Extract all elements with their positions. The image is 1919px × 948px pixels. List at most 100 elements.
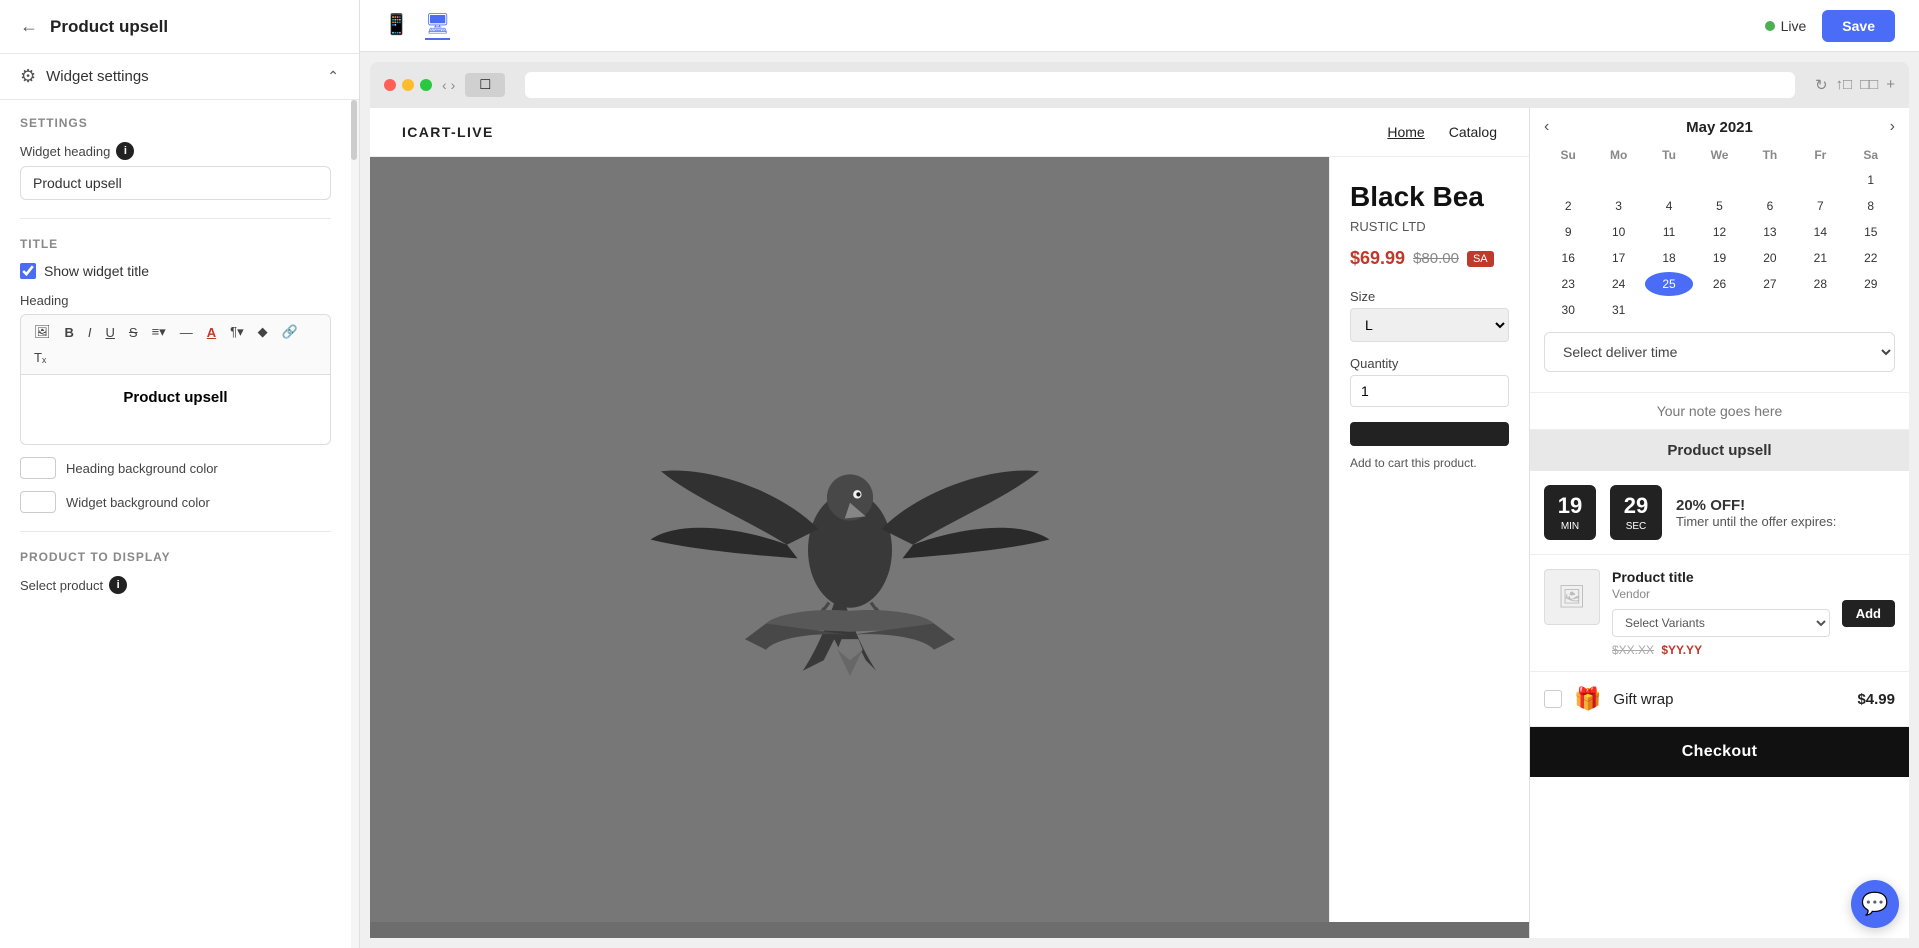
gift-wrap-checkbox[interactable] [1544,690,1562,708]
upsell-variant-row: Select Variants [1612,609,1830,637]
mobile-icon[interactable]: 📱 [384,12,409,39]
widget-bg-color-label: Widget background color [66,495,210,510]
cal-next-button[interactable]: › [1890,118,1895,136]
browser-url-bar[interactable] [525,72,1795,98]
cal-day-18[interactable]: 18 [1645,246,1693,270]
cal-day-15[interactable]: 15 [1847,220,1895,244]
copy-icon[interactable]: □□ [1860,76,1878,94]
hr-toolbar-btn[interactable]: — [175,322,198,343]
browser-nav: ‹ › [442,77,455,93]
gift-wrap-price: $4.99 [1857,691,1895,708]
back-button[interactable]: ← [20,16,38,37]
nav-home[interactable]: Home [1387,124,1424,140]
cal-day-29[interactable]: 29 [1847,272,1895,296]
cal-day-11[interactable]: 11 [1645,220,1693,244]
heading-editor-content[interactable]: Product upsell [20,375,331,445]
quantity-input[interactable] [1350,375,1509,407]
left-content: SETTINGS Widget heading i TITLE Show wid… [0,100,351,948]
widget-settings-label: Widget settings [46,68,149,85]
cal-day-14[interactable]: 14 [1796,220,1844,244]
cal-day-19[interactable]: 19 [1695,246,1743,270]
share-icon[interactable]: ↑□ [1836,76,1853,94]
chevron-up-icon[interactable]: ⌃ [327,68,339,85]
image-toolbar-btn[interactable]: 🖼 [29,321,56,343]
cal-day-25-today[interactable]: 25 [1645,272,1693,296]
cal-day-6[interactable]: 6 [1746,194,1794,218]
deliver-time-select[interactable]: Select deliver time [1544,332,1895,372]
cal-day-1[interactable]: 1 [1847,168,1895,192]
desktop-icon[interactable]: 🖥 [425,11,450,40]
nav-forward-icon[interactable]: › [451,77,456,93]
cal-day-2[interactable]: 2 [1544,194,1592,218]
cal-day-30[interactable]: 30 [1544,298,1592,322]
strikethrough-toolbar-btn[interactable]: S [124,322,143,343]
checkout-button[interactable]: Checkout [1530,727,1909,777]
upsell-item: 🖼 Product title Vendor Select Variants $… [1530,555,1909,672]
cal-day-16[interactable]: 16 [1544,246,1592,270]
nav-back-icon[interactable]: ‹ [442,77,447,93]
font-color-toolbar-btn[interactable]: A [202,322,221,343]
variant-select[interactable]: Select Variants [1612,609,1830,637]
left-scrollbar[interactable] [351,100,359,948]
add-tab-icon[interactable]: + [1886,76,1895,94]
cal-day-8[interactable]: 8 [1847,194,1895,218]
bold-toolbar-btn[interactable]: B [60,322,79,343]
chat-bubble[interactable]: 💬 [1851,880,1899,928]
gift-icon: 🎁 [1574,686,1601,712]
show-widget-title-checkbox[interactable] [20,263,36,279]
cal-day-10[interactable]: 10 [1594,220,1642,244]
widget-bg-color-swatch[interactable] [20,491,56,513]
cal-day-9[interactable]: 9 [1544,220,1592,244]
cal-day-empty [1746,298,1794,322]
widget-heading-input[interactable] [20,166,331,200]
cal-day-empty [1746,168,1794,192]
paragraph-toolbar-btn[interactable]: ¶▾ [225,321,249,343]
cal-day-23[interactable]: 23 [1544,272,1592,296]
upsell-prices: $XX.XX $YY.YY [1612,643,1830,657]
text-format-toolbar-btn[interactable]: Tₓ [29,347,51,368]
cal-day-empty [1594,168,1642,192]
cal-day-26[interactable]: 26 [1695,272,1743,296]
nav-catalog[interactable]: Catalog [1449,124,1497,140]
close-dot[interactable] [384,79,396,91]
cal-day-17[interactable]: 17 [1594,246,1642,270]
cal-day-13[interactable]: 13 [1746,220,1794,244]
upsell-vendor: Vendor [1612,587,1830,601]
cal-day-4[interactable]: 4 [1645,194,1693,218]
minimize-dot[interactable] [402,79,414,91]
add-to-cart-button[interactable] [1350,422,1509,446]
cal-prev-button[interactable]: ‹ [1544,118,1549,136]
top-bar-right: Live Save [1765,10,1895,42]
browser-actions: ↻ ↑□ □□ + [1815,76,1895,94]
cal-day-21[interactable]: 21 [1796,246,1844,270]
timer-seconds-label: Sec [1626,521,1647,532]
refresh-icon[interactable]: ↻ [1815,76,1828,94]
size-select[interactable]: L [1350,308,1509,342]
ink-toolbar-btn[interactable]: ◆ [253,321,273,343]
upsell-original-price: $XX.XX [1612,643,1654,657]
cal-day-31[interactable]: 31 [1594,298,1642,322]
cal-day-28[interactable]: 28 [1796,272,1844,296]
left-scrollbar-thumb[interactable] [351,100,357,160]
maximize-dot[interactable] [420,79,432,91]
cal-day-27[interactable]: 27 [1746,272,1794,296]
italic-toolbar-btn[interactable]: I [83,322,97,343]
show-widget-title-row: Show widget title [20,263,331,279]
heading-bg-color-swatch[interactable] [20,457,56,479]
store-nav: ICART-LIVE Home Catalog [370,108,1529,157]
cal-day-7[interactable]: 7 [1796,194,1844,218]
window-btn[interactable]: □ [465,73,505,97]
store-image-area [370,157,1329,922]
cal-day-22[interactable]: 22 [1847,246,1895,270]
align-toolbar-btn[interactable]: ≡▾ [147,321,171,343]
save-button[interactable]: Save [1822,10,1895,42]
upsell-product-thumbnail: 🖼 [1544,569,1600,625]
cal-day-3[interactable]: 3 [1594,194,1642,218]
cal-day-12[interactable]: 12 [1695,220,1743,244]
cal-day-24[interactable]: 24 [1594,272,1642,296]
cal-day-20[interactable]: 20 [1746,246,1794,270]
link-toolbar-btn[interactable]: 🔗 [277,321,303,343]
upsell-add-button[interactable]: Add [1842,600,1895,627]
cal-day-5[interactable]: 5 [1695,194,1743,218]
underline-toolbar-btn[interactable]: U [101,322,120,343]
